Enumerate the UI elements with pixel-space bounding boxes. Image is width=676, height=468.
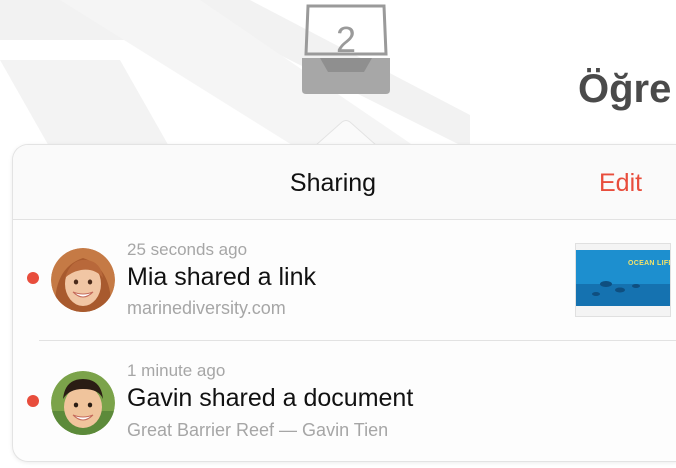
avatar-mia xyxy=(51,248,115,312)
tray-icon[interactable]: 2 xyxy=(298,2,394,96)
tray-count: 2 xyxy=(335,19,357,60)
avatar-gavin xyxy=(51,371,115,435)
popover-header: Sharing Edit xyxy=(13,145,676,220)
notification-title: Mia shared a link xyxy=(127,263,316,291)
sharing-popover: Sharing Edit 25 seconds ago Mia shared a… xyxy=(12,144,676,462)
link-thumbnail[interactable]: OCEAN LIFE xyxy=(575,243,671,317)
unread-dot xyxy=(27,395,39,407)
unread-dot xyxy=(27,272,39,284)
ocean-thumbnail-image xyxy=(576,244,670,316)
notification-row[interactable]: 1 minute ago Gavin shared a document Gre… xyxy=(13,341,676,461)
notification-time: 25 seconds ago xyxy=(127,240,248,259)
edit-button[interactable]: Edit xyxy=(599,168,642,198)
background-heading: Öğre xyxy=(578,67,672,111)
notification-row[interactable]: 25 seconds ago Mia shared a link marined… xyxy=(13,220,676,340)
popover-title: Sharing xyxy=(289,169,377,197)
notification-subtitle: marinediversity.com xyxy=(127,298,286,318)
girl-avatar-icon xyxy=(51,248,115,312)
boy-avatar-icon xyxy=(51,371,115,435)
notification-time: 1 minute ago xyxy=(127,361,226,380)
notification-title: Gavin shared a document xyxy=(127,384,414,412)
popover-arrow xyxy=(316,120,376,146)
thumbnail-label: OCEAN LIFE xyxy=(628,260,671,267)
notification-subtitle: Great Barrier Reef — Gavin Tien xyxy=(127,420,389,440)
